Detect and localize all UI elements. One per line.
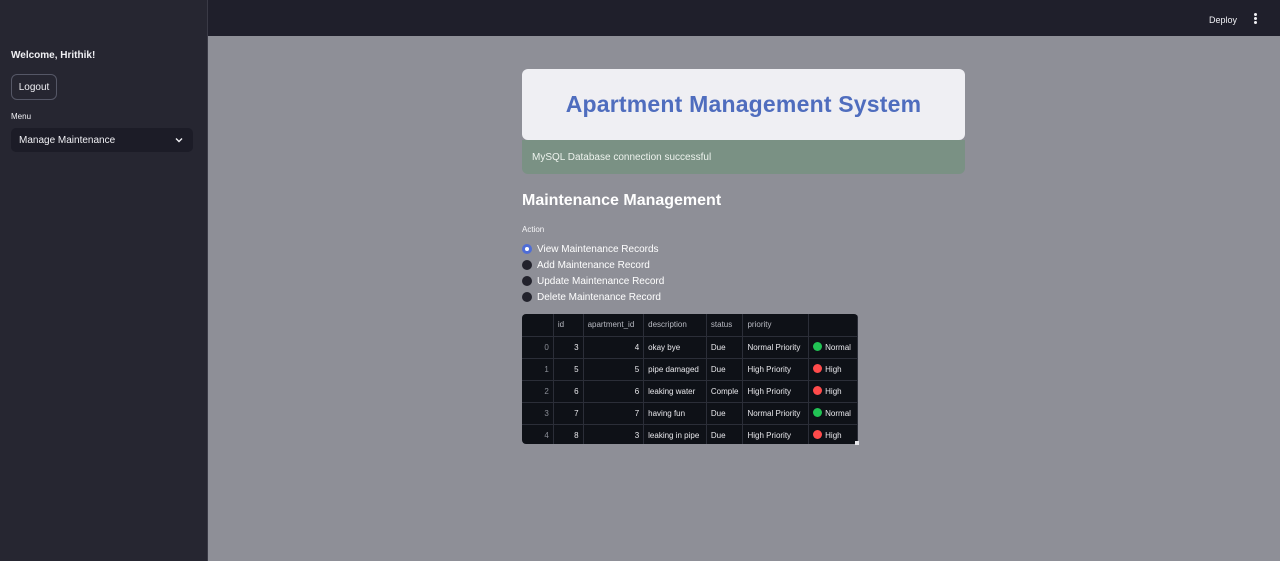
level-label: Normal [825,409,851,418]
green-circle-icon [813,408,823,417]
cell-description: pipe damaged [643,358,707,381]
table-row[interactable]: 1 5 5 pipe damaged Due High Priority High [522,358,858,381]
cell-level: High [808,424,858,444]
action-option[interactable]: Update Maintenance Record [522,274,664,288]
action-option-label: View Maintenance Records [537,243,659,255]
column-header[interactable] [522,314,554,337]
action-option-label: Update Maintenance Record [537,275,665,287]
cell-description: okay bye [643,336,707,359]
cell-priority: High Priority [742,358,810,381]
cell-priority: High Priority [742,424,810,444]
cell-id: 8 [553,424,584,444]
action-option[interactable]: Delete Maintenance Record [522,290,661,304]
cell-apartment-id: 4 [583,336,645,359]
kebab-menu-icon[interactable] [1252,13,1258,25]
table-row[interactable]: 3 7 7 having fun Due Normal Priority Normal [522,402,858,425]
action-option[interactable]: View Maintenance Records [522,242,659,256]
maintenance-table[interactable]: id apartment_id description status priority … [522,314,858,444]
cell-index: 3 [522,402,554,425]
cell-apartment-id: 3 [583,424,645,444]
red-circle-icon [813,386,823,395]
cell-level: High [808,358,858,381]
cell-priority: Normal Priority [742,402,810,425]
level-label: High [825,365,842,374]
cell-apartment-id: 7 [583,402,645,425]
cell-index: 4 [522,424,554,444]
section-title: Maintenance Management [522,192,722,209]
column-header[interactable]: description [643,314,707,337]
cell-apartment-id: 5 [583,358,645,381]
cell-apartment-id: 6 [583,380,645,403]
cell-id: 3 [553,336,584,359]
red-circle-icon [813,430,823,439]
action-option[interactable]: Add Maintenance Record [522,258,650,272]
table-row[interactable]: 0 3 4 okay bye Due Normal Priority Normal [522,336,858,359]
logout-button[interactable]: Logout [11,74,57,100]
cell-priority: High Priority [742,380,810,403]
level-label: High [825,431,842,440]
column-header[interactable]: id [553,314,584,337]
column-header[interactable] [808,314,858,337]
column-header[interactable]: apartment_id [583,314,645,337]
radio-selected-icon[interactable] [522,244,532,254]
table-row[interactable]: 2 6 6 leaking water Comple High Priority High [522,380,858,403]
page-title: Apartment Management System [565,91,922,117]
menu-select-value: Manage Maintenance [19,134,116,146]
cell-priority: Normal Priority [742,336,810,359]
green-circle-icon [813,342,823,351]
column-header[interactable]: priority [742,314,810,337]
cell-level: Normal [808,336,858,359]
cell-level: High [808,380,858,403]
menu-label: Menu [11,112,32,121]
table-row[interactable]: 4 8 3 leaking in pipe Due High Priority High [522,424,858,444]
cell-id: 5 [553,358,584,381]
cell-description: leaking in pipe [643,424,707,444]
cell-index: 2 [522,380,554,403]
action-option-label: Add Maintenance Record [537,259,650,271]
level-label: Normal [825,343,851,352]
column-header[interactable]: status [706,314,744,337]
radio-icon[interactable] [522,292,532,302]
radio-icon[interactable] [522,260,532,270]
cell-status: Due [706,336,744,359]
success-alert: MySQL Database connection successful [522,140,965,174]
cell-id: 7 [553,402,584,425]
cell-status: Due [706,358,744,381]
action-option-label: Delete Maintenance Record [537,291,661,303]
action-label: Action [522,225,545,234]
radio-icon[interactable] [522,276,532,286]
cell-description: having fun [643,402,707,425]
cell-level: Normal [808,402,858,425]
welcome-text: Welcome, Hrithik! [11,50,96,61]
cell-status: Due [706,424,744,444]
cell-description: leaking water [643,380,707,403]
level-label: High [825,387,842,396]
cell-index: 1 [522,358,554,381]
header-card: Apartment Management System [522,69,965,140]
top-bar: Deploy [208,0,1280,36]
deploy-button[interactable]: Deploy [1209,15,1237,25]
cell-id: 6 [553,380,584,403]
resize-handle[interactable] [855,441,859,445]
cell-status: Due [706,402,744,425]
menu-select[interactable]: Manage Maintenance [11,128,193,152]
chevron-down-icon [175,138,183,143]
cell-index: 0 [522,336,554,359]
cell-status: Comple [706,380,744,403]
red-circle-icon [813,364,823,373]
sidebar: Welcome, Hrithik! Logout Menu Manage Mai… [0,0,208,561]
